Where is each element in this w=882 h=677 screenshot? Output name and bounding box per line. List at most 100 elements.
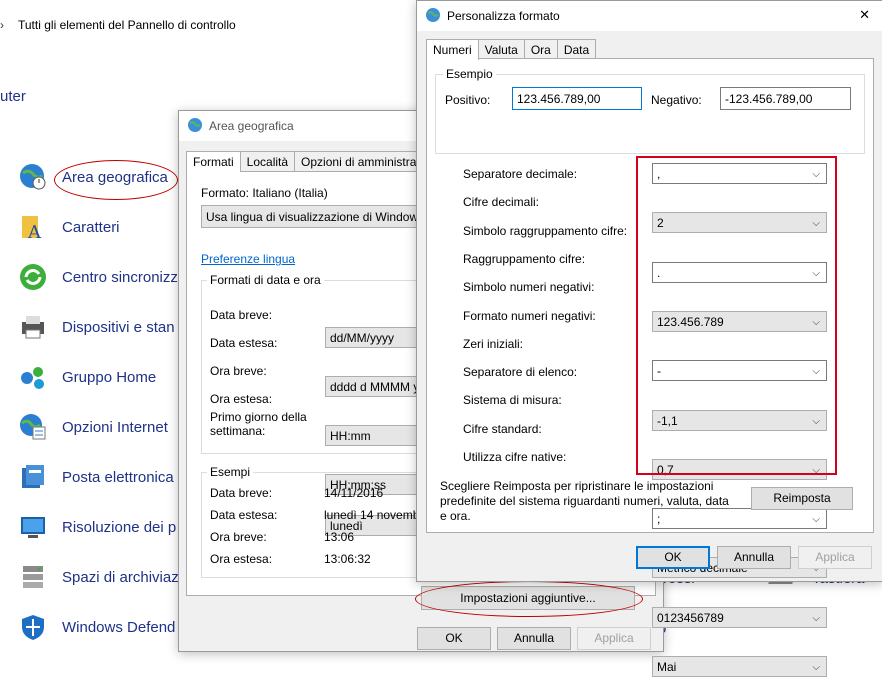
cp-item-5[interactable]: Opzioni Internet	[18, 410, 168, 444]
area-field-label: Ora breve:	[210, 364, 267, 378]
language-preferences-link[interactable]: Preferenze lingua	[201, 252, 295, 266]
defender-shield-icon	[18, 612, 48, 642]
custom-apply-button[interactable]: Applica	[798, 546, 872, 569]
numbers-pane: Esempio Positivo: 123.456.789,00 Negativ…	[426, 58, 874, 677]
setting-label: Cifre standard:	[463, 421, 542, 436]
positive-field[interactable]: 123.456.789,00	[512, 87, 642, 110]
setting-label: Simbolo numeri negativi:	[463, 280, 595, 295]
format-select[interactable]: Usa lingua di visualizzazione di Windows	[201, 205, 441, 228]
example-value: lunedì 14 novembre	[324, 508, 431, 522]
tab-numeri[interactable]: Numeri	[426, 39, 479, 60]
custom-format-dialog: Personalizza formato ✕ Numeri Valuta Ora…	[416, 0, 882, 677]
example-group-label: Esempio	[443, 67, 496, 81]
setting-value: Mai	[657, 660, 677, 674]
area-field-label: Primo giorno della settimana:	[210, 410, 307, 438]
cp-item-4[interactable]: Gruppo Home	[18, 360, 156, 394]
globe-clock-icon	[18, 162, 48, 192]
example-label: Ora estesa:	[210, 552, 273, 566]
cp-item-6[interactable]: Posta elettronica	[18, 460, 174, 494]
positive-label: Positivo:	[445, 93, 491, 107]
homegroup-icon	[18, 362, 48, 392]
example-group	[435, 74, 865, 154]
globe-icon	[187, 117, 203, 136]
cp-item-1[interactable]: A Caratteri	[18, 210, 120, 244]
example-label: Data estesa:	[210, 508, 278, 522]
setting-label: Zeri iniziali:	[463, 336, 524, 351]
setting-label: Separatore di elenco:	[463, 365, 578, 380]
cp-item-8[interactable]: Spazi di archiviaz	[18, 560, 179, 594]
cp-item-label: Caratteri	[62, 218, 120, 236]
tab-ora[interactable]: Ora	[523, 39, 558, 60]
setting-label: Simbolo raggruppamento cifre:	[463, 223, 628, 238]
chevron-down-icon[interactable]: ⌵	[812, 608, 820, 627]
example-value: 13:06	[324, 530, 355, 544]
reset-description: Scegliere Reimposta per ripristinare le …	[440, 479, 729, 523]
tab-formati[interactable]: Formati	[186, 151, 241, 172]
area-cancel-button[interactable]: Annulla	[497, 627, 571, 650]
setting-label: Formato numeri negativi:	[463, 308, 596, 323]
setting-select[interactable]: 0123456789 ⌵	[652, 606, 827, 628]
highlight-ellipse	[54, 160, 178, 200]
area-tabs: Formati Località Opzioni di amministrazi…	[186, 151, 453, 172]
setting-label: Utilizza cifre native:	[463, 450, 567, 464]
sync-center-icon	[18, 262, 48, 292]
example-label: Ora breve:	[210, 530, 267, 544]
example-value: 14/11/2016	[324, 486, 384, 500]
globe-icon	[425, 7, 441, 26]
printer-icon	[18, 312, 48, 342]
storage-spaces-icon	[18, 562, 48, 592]
setting-select[interactable]: Mai ⌵	[652, 656, 827, 677]
negative-label: Negativo:	[651, 93, 702, 107]
cp-item-label: Centro sincronizz	[62, 268, 178, 286]
cp-item-9[interactable]: Windows Defend	[18, 610, 175, 644]
cp-item-label: Posta elettronica	[62, 468, 174, 486]
breadcrumb-chevron-icon[interactable]: ›	[0, 18, 4, 32]
examples-group-label: Esempi	[207, 465, 254, 479]
troubleshooting-icon	[18, 512, 48, 542]
highlight-rectangle	[636, 156, 837, 475]
page-title: uter	[0, 88, 26, 105]
cp-item-label: Risoluzione dei p	[62, 518, 177, 536]
custom-ok-button[interactable]: OK	[636, 546, 710, 569]
tab-localita[interactable]: Località	[239, 151, 296, 172]
setting-label: Sistema di misura:	[463, 393, 562, 408]
cp-item-3[interactable]: Dispositivi e stan	[18, 310, 175, 344]
cp-item-label: Windows Defend	[62, 618, 176, 636]
format-label: Formato: Italiano (Italia)	[201, 186, 328, 200]
example-label: Data breve:	[210, 486, 273, 500]
highlight-ellipse-additional	[415, 581, 643, 617]
example-value: 13:06:32	[324, 552, 371, 566]
chevron-down-icon[interactable]: ⌵	[812, 657, 820, 676]
datetime-group-label: Formati di data e ora	[207, 273, 324, 287]
font-folder-icon: A	[18, 212, 48, 243]
negative-field[interactable]: -123.456.789,00	[720, 87, 851, 110]
breadcrumb-label[interactable]: Tutti gli elementi del Pannello di contr…	[18, 18, 236, 32]
area-ok-button[interactable]: OK	[417, 627, 491, 650]
area-field-label: Data estesa:	[210, 336, 278, 350]
reset-button[interactable]: Reimposta	[751, 487, 853, 510]
cp-item-7[interactable]: Risoluzione dei p	[18, 510, 176, 544]
cp-item-2[interactable]: Centro sincronizz	[18, 260, 178, 294]
custom-dialog-titlebar[interactable]: Personalizza formato ✕	[417, 1, 882, 31]
svg-text:A: A	[27, 222, 42, 242]
close-icon[interactable]: ✕	[859, 7, 870, 23]
area-field-label: Ora estesa:	[210, 392, 273, 406]
cp-item-label: Gruppo Home	[62, 368, 157, 386]
mail-icon	[18, 462, 48, 492]
area-dialog-title: Area geografica	[209, 119, 294, 133]
chevron-down-icon[interactable]: ⌵	[812, 509, 820, 528]
custom-cancel-button[interactable]: Annulla	[717, 546, 791, 569]
custom-dialog-title: Personalizza formato	[447, 9, 560, 23]
tab-data[interactable]: Data	[556, 39, 597, 60]
cp-item-label: Dispositivi e stan	[62, 318, 175, 336]
tab-valuta[interactable]: Valuta	[477, 39, 525, 60]
setting-label: Cifre decimali:	[463, 195, 540, 210]
area-apply-button[interactable]: Applica	[577, 627, 651, 650]
setting-value: 0123456789	[657, 610, 724, 625]
setting-label: Raggruppamento cifre:	[463, 251, 586, 266]
area-field-label: Data breve:	[210, 308, 273, 322]
setting-label: Separatore decimale:	[463, 167, 578, 181]
format-select-value: Usa lingua di visualizzazione di Windows	[206, 210, 425, 224]
internet-options-icon	[18, 412, 48, 442]
breadcrumb: › Tutti gli elementi del Pannello di cont…	[0, 18, 236, 32]
